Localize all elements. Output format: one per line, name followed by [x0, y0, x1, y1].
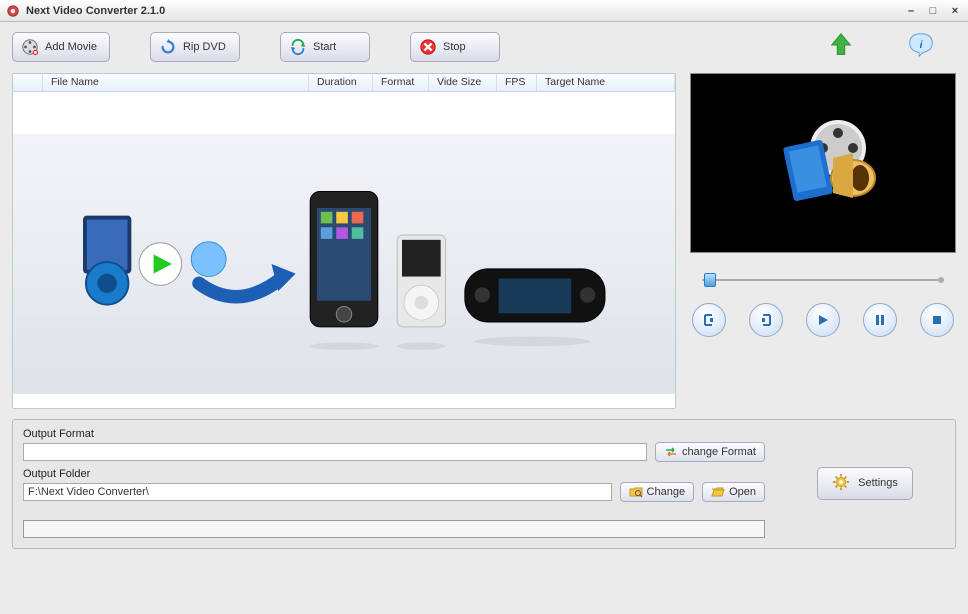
window-buttons: – □ ×: [904, 4, 962, 18]
column-video-size[interactable]: Vide Size: [429, 74, 497, 91]
toolbar: Add Movie Rip DVD Start Stop i: [12, 30, 956, 63]
preview-window: [690, 73, 956, 253]
column-duration[interactable]: Duration: [309, 74, 373, 91]
output-folder-label: Output Folder: [23, 468, 765, 480]
rip-dvd-button[interactable]: Rip DVD: [150, 32, 240, 62]
column-checkbox[interactable]: [13, 74, 43, 91]
open-folder-button[interactable]: Open: [702, 482, 765, 502]
info-icon[interactable]: i: [906, 30, 936, 63]
change-format-button[interactable]: change Format: [655, 442, 765, 462]
open-folder-label: Open: [729, 486, 756, 498]
app-icon: [6, 4, 20, 18]
column-file-name[interactable]: File Name: [43, 74, 309, 91]
stop-label: Stop: [443, 41, 466, 53]
output-format-input[interactable]: [23, 443, 647, 461]
file-list-header: File Name Duration Format Vide Size FPS …: [13, 74, 675, 92]
film-reel-icon: [21, 38, 39, 56]
column-format[interactable]: Format: [373, 74, 429, 91]
close-button[interactable]: ×: [948, 4, 962, 18]
swap-icon: [664, 445, 678, 459]
progress-bar: [23, 520, 765, 538]
stop-playback-button[interactable]: [920, 303, 954, 337]
column-fps[interactable]: FPS: [497, 74, 537, 91]
play-button[interactable]: [806, 303, 840, 337]
refresh-icon: [289, 38, 307, 56]
change-folder-button[interactable]: Change: [620, 482, 695, 502]
titlebar: Next Video Converter 2.1.0 – □ ×: [0, 0, 968, 22]
output-panel: Output Format change Format Output Folde…: [12, 419, 956, 549]
empty-illustration: [13, 134, 675, 394]
settings-label: Settings: [858, 477, 898, 489]
folder-open-icon: [711, 485, 725, 499]
stop-icon: [419, 38, 437, 56]
seek-thumb[interactable]: [704, 273, 716, 287]
mark-in-button[interactable]: [692, 303, 726, 337]
folder-search-icon: [629, 485, 643, 499]
column-target-name[interactable]: Target Name: [537, 74, 675, 91]
add-movie-button[interactable]: Add Movie: [12, 32, 110, 62]
file-list-panel: File Name Duration Format Vide Size FPS …: [12, 73, 676, 409]
add-movie-label: Add Movie: [45, 41, 97, 53]
rip-dvd-label: Rip DVD: [183, 41, 226, 53]
stop-button[interactable]: Stop: [410, 32, 500, 62]
output-format-label: Output Format: [23, 428, 765, 440]
pause-button[interactable]: [863, 303, 897, 337]
change-format-label: change Format: [682, 446, 756, 458]
player-controls: [690, 299, 956, 341]
output-folder-input[interactable]: [23, 483, 612, 501]
minimize-button[interactable]: –: [904, 4, 918, 18]
window-title: Next Video Converter 2.1.0: [26, 5, 904, 17]
start-label: Start: [313, 41, 336, 53]
seek-slider[interactable]: [694, 271, 952, 289]
mark-out-button[interactable]: [749, 303, 783, 337]
change-folder-label: Change: [647, 486, 686, 498]
start-button[interactable]: Start: [280, 32, 370, 62]
settings-button[interactable]: Settings: [817, 467, 913, 500]
dvd-icon: [159, 38, 177, 56]
gear-icon: [832, 473, 850, 494]
maximize-button[interactable]: □: [926, 4, 940, 18]
upload-icon[interactable]: [826, 30, 856, 63]
